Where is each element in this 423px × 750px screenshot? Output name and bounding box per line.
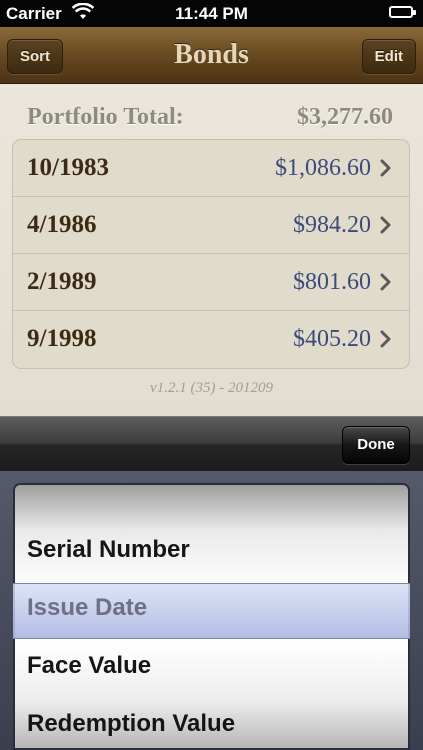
bond-row[interactable]: 4/1986 $984.20 — [13, 197, 409, 254]
bond-issue-date: 4/1986 — [27, 211, 97, 238]
bond-value: $405.20 — [293, 326, 371, 352]
bond-list: 10/1983 $1,086.60 4/1986 $984.20 2/1989 … — [12, 139, 410, 369]
sort-picker: Serial Number Issue Date Face Value Rede… — [0, 471, 423, 750]
edit-button[interactable]: Edit — [361, 39, 416, 74]
picker-toolbar: Done — [0, 416, 423, 471]
bond-issue-date: 9/1998 — [27, 325, 97, 352]
bond-row[interactable]: 10/1983 $1,086.60 — [13, 140, 409, 197]
done-button[interactable]: Done — [342, 426, 410, 464]
battery-icon — [389, 6, 416, 18]
chevron-right-icon — [380, 273, 391, 291]
navigation-bar: Sort Bonds Edit — [0, 27, 423, 84]
bond-row[interactable]: 9/1998 $405.20 — [13, 311, 409, 368]
chevron-right-icon — [380, 159, 391, 177]
portfolio-total-value: $3,277.60 — [297, 104, 393, 130]
bond-issue-date: 2/1989 — [27, 268, 97, 295]
bond-row[interactable]: 2/1989 $801.60 — [13, 254, 409, 311]
chevron-right-icon — [380, 216, 391, 234]
picker-option-face-value[interactable]: Face Value — [27, 652, 151, 680]
chevron-right-icon — [380, 330, 391, 348]
clock: 11:44 PM — [175, 4, 248, 23]
status-bar: Carrier 11:44 PM — [0, 0, 423, 27]
content-area: Portfolio Total: $3,277.60 10/1983 $1,08… — [0, 84, 423, 416]
bond-value: $984.20 — [293, 212, 371, 238]
picker-option-redemption-value[interactable]: Redemption Value — [27, 710, 235, 738]
bond-issue-date: 10/1983 — [27, 154, 109, 181]
page-title: Bonds — [174, 39, 249, 70]
bond-value: $1,086.60 — [275, 155, 371, 181]
bond-value: $801.60 — [293, 269, 371, 295]
portfolio-total-label: Portfolio Total: — [27, 104, 184, 130]
picker-wheel[interactable]: Serial Number Issue Date Face Value Rede… — [13, 483, 410, 750]
picker-option-issue-date[interactable]: Issue Date — [27, 594, 147, 622]
picker-option-serial-number[interactable]: Serial Number — [27, 536, 190, 564]
version-label: v1.2.1 (35) - 201209 — [150, 380, 273, 396]
